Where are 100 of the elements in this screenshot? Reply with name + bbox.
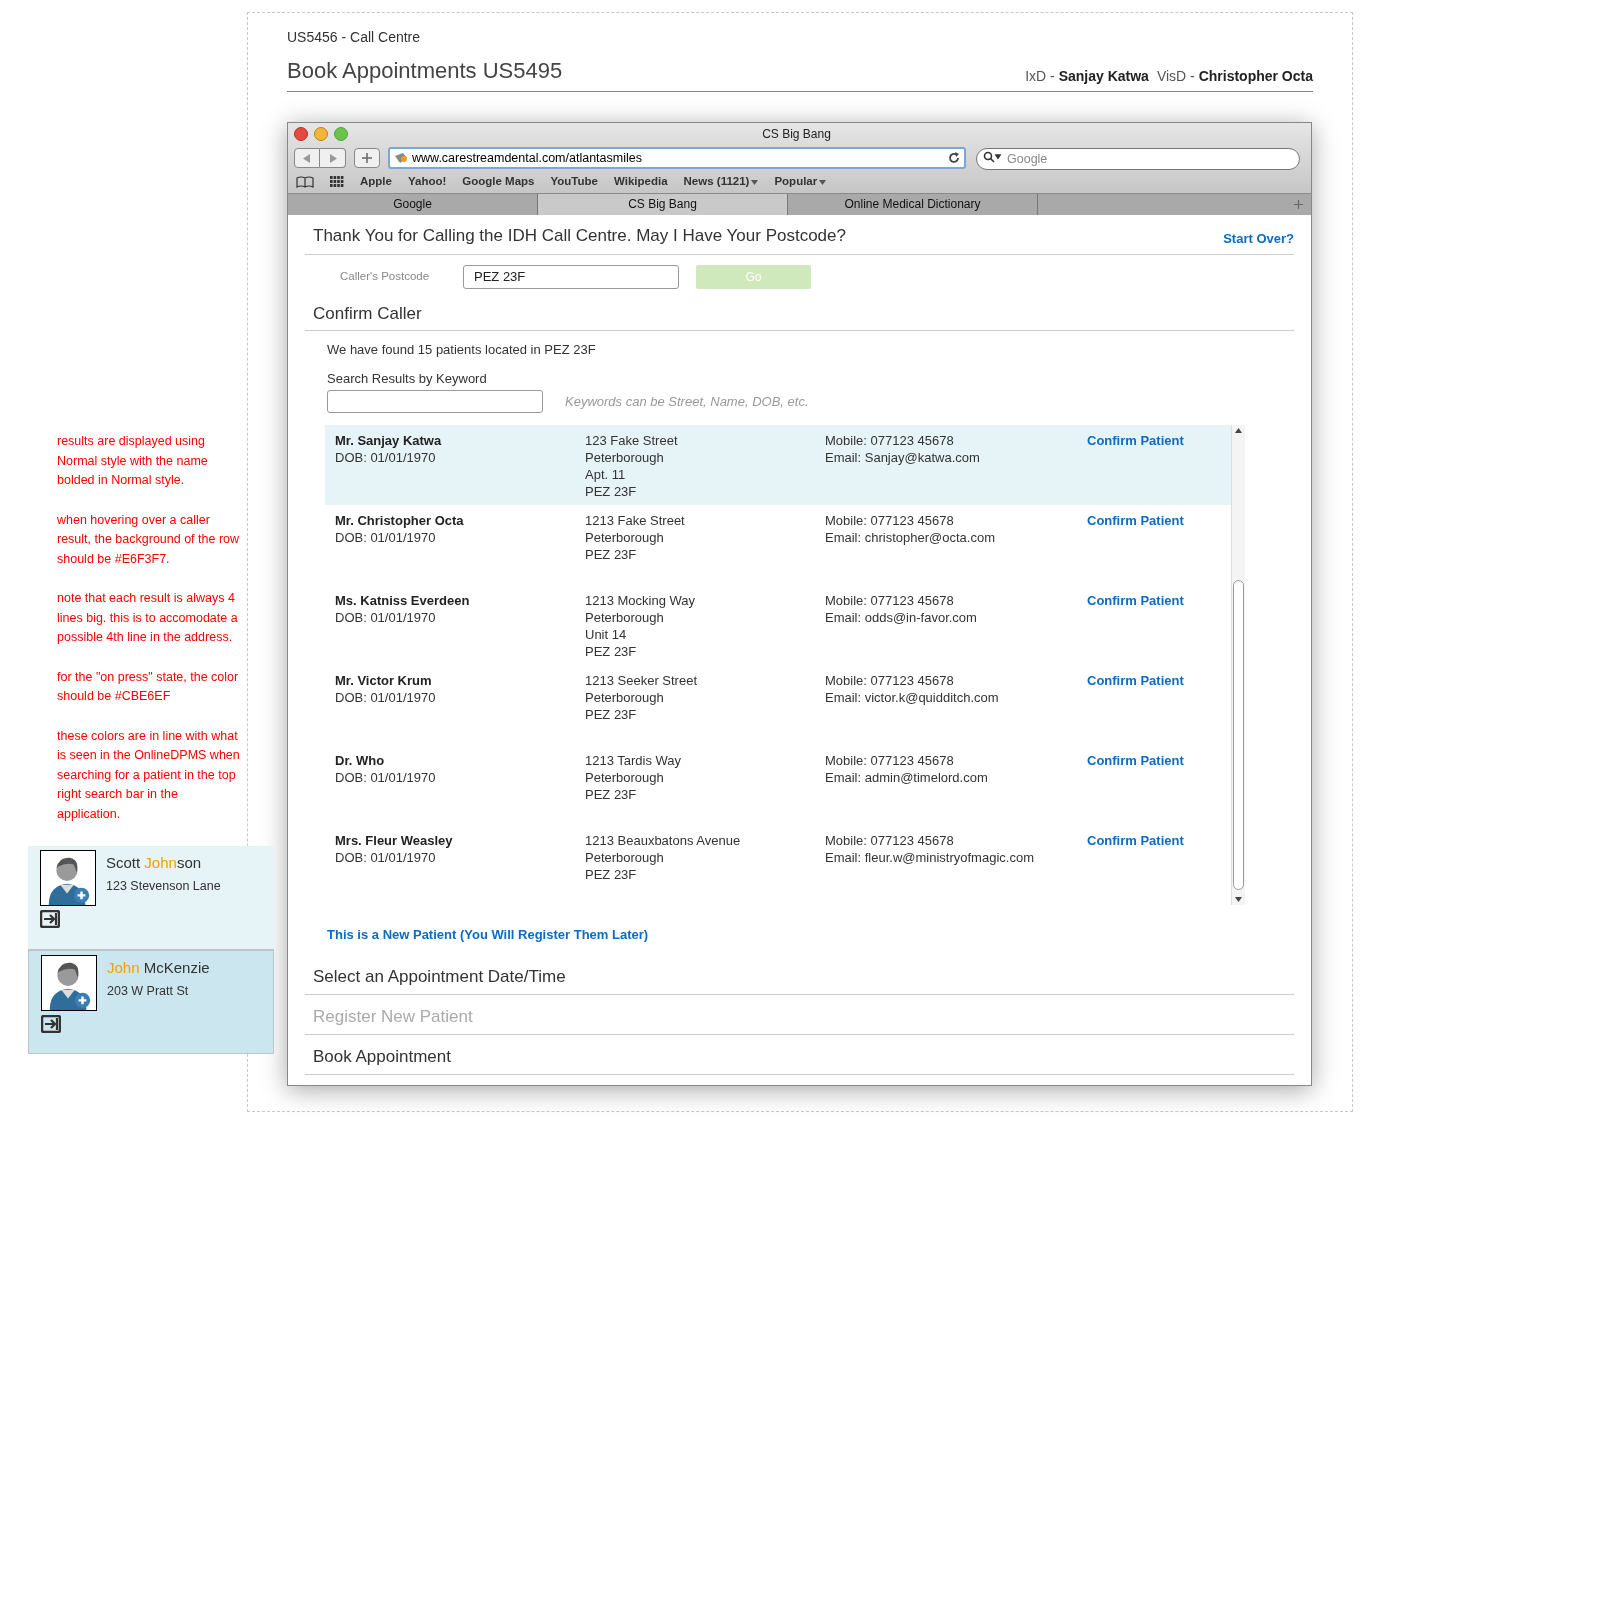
patient-dob: DOB: 01/01/1970 [335, 849, 437, 866]
confirm-patient-link[interactable]: Confirm Patient [1087, 673, 1184, 688]
section-heading: Confirm Caller [313, 303, 422, 323]
address-line: Peterborough [585, 849, 665, 866]
caller-result-card[interactable]: Scott Johnson 123 Stevenson Lane [28, 846, 274, 950]
caller-name-text: son [176, 854, 202, 871]
address-line: Peterborough [585, 689, 665, 706]
step-heading: Select an Appointment Date/Time [313, 966, 566, 988]
address-line: PEZ 23F [585, 483, 638, 500]
patient-mobile: Mobile: 077123 45678 [825, 672, 955, 689]
address-line: 1213 Mocking Way [585, 592, 697, 609]
import-icon[interactable] [40, 910, 60, 928]
annotation-note: these colors are in line with what is seen in the OnlineDPMS when searching for a patient in the top right search bar in the application. [57, 727, 241, 823]
address-bar[interactable]: www.carestreamdental.com/atlantasmiles [388, 147, 966, 169]
address-line: PEZ 23F [585, 786, 638, 803]
confirm-patient-link[interactable]: Confirm Patient [1087, 833, 1184, 848]
bookmark-link[interactable]: Popular [774, 173, 827, 191]
new-tab-icon[interactable] [1294, 200, 1303, 209]
bookmark-link[interactable]: Google Maps [462, 173, 535, 191]
patient-dob: DOB: 01/01/1970 [335, 449, 437, 466]
annotation-note: results are displayed using Normal style with the name bolded in Normal style. [57, 433, 209, 489]
url-text: www.carestreamdental.com/atlantasmiles [412, 149, 643, 167]
scroll-down-icon[interactable] [1235, 897, 1242, 902]
patient-email: Email: victor.k@quidditch.com [825, 689, 1000, 706]
confirm-patient-link[interactable]: Confirm Patient [1087, 593, 1184, 608]
caller-result-card[interactable]: John McKenzie 203 W Pratt St [28, 950, 274, 1054]
plus-icon [362, 153, 372, 163]
caller-name-text: Scott [106, 854, 142, 871]
caller-address: 203 W Pratt St [107, 982, 190, 1000]
search-icon [983, 151, 1001, 163]
close-window-icon[interactable] [294, 127, 308, 141]
address-line: PEZ 23F [585, 546, 638, 563]
scroll-up-icon[interactable] [1235, 428, 1242, 433]
confirm-patient-link[interactable]: Confirm Patient [1087, 433, 1184, 448]
caller-address: 123 Stevenson Lane [106, 877, 221, 895]
result-row[interactable]: Mr. Sanjay Katwa DOB: 01/01/1970 123 Fake Street Peterborough Apt. 11 PEZ 23F Mobile: 077123 45678 Email: Sanjay@katwa.com Confirm Patient [325, 425, 1231, 505]
add-bookmark-button[interactable] [354, 148, 380, 168]
address-line: 1213 Tardis Way [585, 752, 683, 769]
annotation-note: when hovering over a caller result, the background of the row should be #E6F3F7. [57, 511, 241, 568]
search-field[interactable]: Google [976, 148, 1300, 170]
step-heading: Register New Patient [313, 1006, 473, 1028]
bookmark-link[interactable]: YouTube [550, 173, 598, 191]
dropdown-caret-icon [819, 179, 827, 185]
credits-text: IxD - Sanjay Katwa VisD - Christopher Octa [1024, 67, 1313, 86]
back-button[interactable] [294, 148, 320, 168]
browser-tab[interactable]: CS Big Bang [538, 194, 788, 215]
new-patient-link[interactable]: This is a New Patient (You Will Register Them Later) [327, 925, 1294, 945]
patient-email: Email: odds@in-favor.com [825, 609, 978, 626]
patient-email: Email: christopher@octa.com [825, 529, 996, 546]
address-line: 1213 Seeker Street [585, 672, 699, 689]
book-icon[interactable] [296, 176, 314, 188]
patient-name: Mr. Victor Krum [335, 672, 433, 689]
annotation-note: for the "on press" state, the color should be #CBE6EF [57, 668, 240, 705]
dropdown-caret-icon [751, 179, 759, 185]
patient-name: Mr. Sanjay Katwa [335, 432, 443, 449]
patient-dob: DOB: 01/01/1970 [335, 769, 437, 786]
address-line: Unit 14 [585, 626, 628, 643]
confirm-patient-link[interactable]: Confirm Patient [1087, 513, 1184, 528]
patient-dob: DOB: 01/01/1970 [335, 689, 437, 706]
patient-mobile: Mobile: 077123 45678 [825, 592, 955, 609]
patient-mobile: Mobile: 077123 45678 [825, 832, 955, 849]
patient-name: Mr. Christopher Octa [335, 512, 465, 529]
patient-email: Email: fleur.w@ministryofmagic.com [825, 849, 1035, 866]
bookmark-link[interactable]: Yahoo! [407, 173, 447, 191]
patient-mobile: Mobile: 077123 45678 [825, 512, 955, 529]
grid-icon[interactable] [330, 176, 344, 188]
reload-icon[interactable] [948, 152, 960, 164]
start-over-link[interactable]: Start Over? [1223, 229, 1294, 249]
forward-button[interactable] [320, 148, 346, 168]
address-line: Peterborough [585, 769, 665, 786]
address-line: PEZ 23F [585, 643, 638, 660]
address-line: Apt. 11 [585, 466, 627, 483]
caller-name-text: McKenzie [142, 959, 210, 976]
matched-name-text: John [107, 959, 140, 976]
bookmark-link[interactable]: News (1121) [683, 173, 759, 191]
import-icon[interactable] [41, 1015, 61, 1033]
matched-name-text: John [144, 854, 177, 871]
patient-name: Mrs. Fleur Weasley [335, 832, 454, 849]
page-title: Book Appointments US5495 [287, 57, 563, 85]
patient-dob: DOB: 01/01/1970 [335, 609, 437, 626]
patient-email: Email: admin@timelord.com [825, 769, 989, 786]
results-summary: We have found 15 patients located in PEZ 23F [327, 341, 597, 359]
project-label: US5456 - Call Centre [287, 28, 422, 47]
user-add-icon [40, 850, 96, 906]
address-line: 1213 Beauxbatons Avenue [585, 832, 742, 849]
patient-email: Email: Sanjay@katwa.com [825, 449, 981, 466]
hint-text: Keywords can be Street, Name, DOB, etc. [565, 392, 809, 411]
confirm-patient-link[interactable]: Confirm Patient [1087, 753, 1184, 768]
field-label: Caller's Postcode [340, 268, 431, 284]
section-heading: Thank You for Calling the IDH Call Centre. May I Have Your Postcode? [313, 225, 846, 247]
bookmark-link[interactable]: Wikipedia [614, 173, 668, 191]
keyword-search-field[interactable] [327, 390, 543, 413]
address-line: 123 Fake Street [585, 432, 679, 449]
address-line: PEZ 23F [585, 706, 638, 723]
address-line: Peterborough [585, 449, 665, 466]
forward-arrow-icon [328, 153, 337, 163]
postcode-field[interactable]: PEZ 23F [463, 264, 679, 289]
bookmark-link[interactable]: Apple [360, 173, 392, 191]
scrollbar[interactable] [1231, 425, 1245, 905]
address-line: Peterborough [585, 529, 665, 546]
